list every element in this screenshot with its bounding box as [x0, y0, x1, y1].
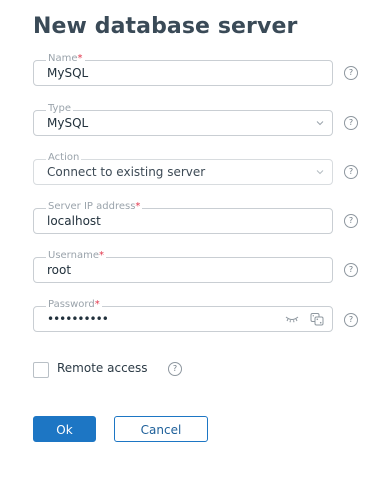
name-value: MySQL — [47, 66, 89, 80]
password-value: •••••••••• — [47, 312, 109, 326]
action-select[interactable]: Action Connect to existing server — [33, 152, 333, 185]
username-field[interactable]: Username* root — [33, 250, 333, 283]
username-value: root — [47, 263, 72, 277]
dice-icon[interactable] — [309, 312, 325, 326]
remote-access-help-icon[interactable]: ? — [168, 362, 182, 376]
remote-access-label[interactable]: Remote access — [57, 361, 148, 375]
dialog-title: New database server — [33, 14, 298, 39]
username-help-icon[interactable]: ? — [344, 263, 358, 277]
required-marker: * — [94, 299, 100, 310]
eye-closed-icon[interactable] — [284, 312, 300, 326]
cancel-button[interactable]: Cancel — [114, 416, 208, 442]
chevron-down-icon — [316, 170, 324, 175]
type-select[interactable]: Type MySQL — [33, 103, 333, 136]
required-marker: * — [77, 53, 83, 64]
action-help-icon[interactable]: ? — [344, 165, 358, 179]
ok-button[interactable]: Ok — [33, 416, 96, 442]
action-label: Action — [46, 152, 82, 164]
name-help-icon[interactable]: ? — [344, 66, 358, 80]
name-field[interactable]: Name* MySQL — [33, 53, 333, 86]
required-marker: * — [98, 250, 104, 261]
chevron-down-icon — [316, 121, 324, 126]
server-ip-value: localhost — [47, 214, 101, 228]
password-label: Password* — [46, 299, 102, 311]
type-label: Type — [46, 103, 73, 115]
type-help-icon[interactable]: ? — [344, 116, 358, 130]
server-ip-help-icon[interactable]: ? — [344, 214, 358, 228]
action-value: Connect to existing server — [47, 165, 206, 179]
name-label: Name* — [46, 53, 85, 65]
server-ip-field[interactable]: Server IP address* localhost — [33, 201, 333, 234]
type-value: MySQL — [47, 116, 89, 130]
password-field[interactable]: Password* •••••••••• — [33, 299, 333, 332]
new-database-server-dialog: New database server Name* MySQL ? Type M… — [0, 0, 388, 485]
username-label: Username* — [46, 250, 106, 262]
remote-access-checkbox[interactable] — [33, 362, 49, 378]
password-help-icon[interactable]: ? — [344, 313, 358, 327]
required-marker: * — [135, 201, 141, 212]
server-ip-label: Server IP address* — [46, 201, 143, 213]
